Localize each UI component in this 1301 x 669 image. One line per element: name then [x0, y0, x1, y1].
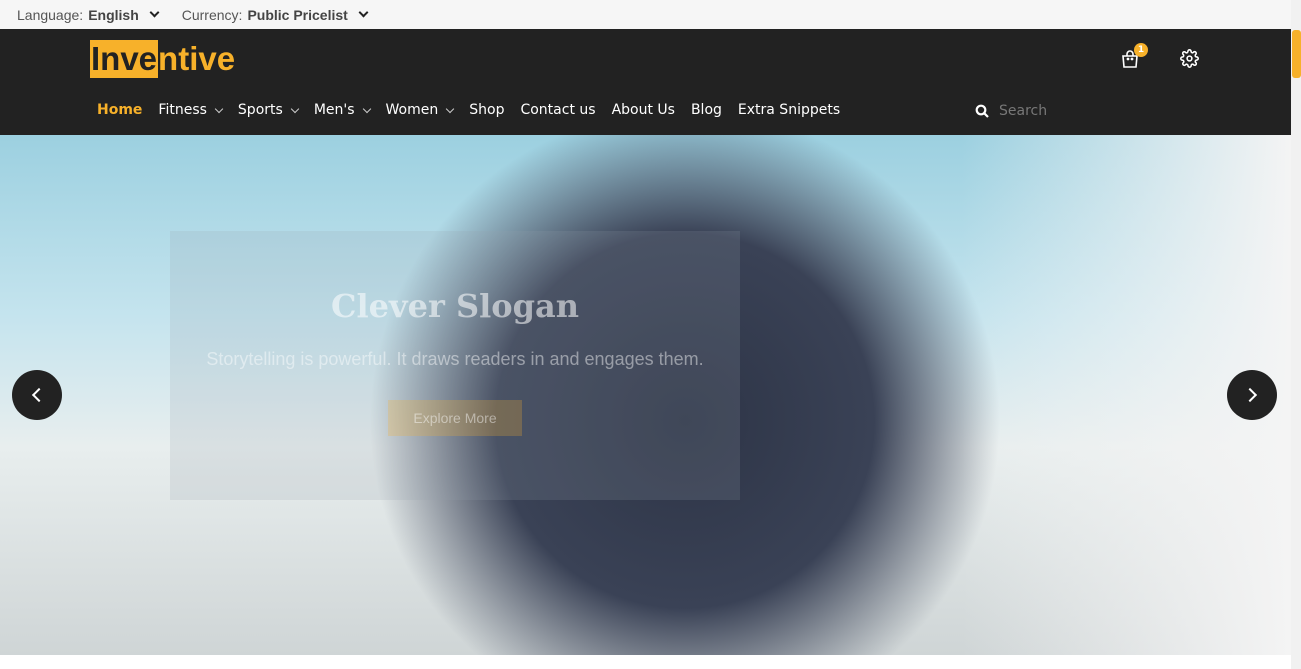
- chevron-down-icon: [214, 104, 224, 113]
- cart-button[interactable]: 1: [1120, 43, 1148, 73]
- chevron-right-icon: [1242, 387, 1258, 403]
- language-selector[interactable]: Language: English: [17, 6, 160, 23]
- scrollbar[interactable]: [1291, 0, 1301, 669]
- scrollbar-thumb[interactable]: [1292, 30, 1301, 78]
- explore-more-button[interactable]: Explore More: [388, 400, 522, 436]
- nav-label: Home: [97, 102, 143, 118]
- nav-home[interactable]: Home: [97, 102, 142, 118]
- nav-mens[interactable]: Men's: [313, 102, 371, 118]
- cart-count-badge: 1: [1134, 43, 1148, 57]
- nav-about-us[interactable]: About Us: [612, 102, 675, 118]
- chevron-down-icon: [358, 7, 369, 18]
- nav-shop[interactable]: Shop: [469, 102, 504, 118]
- search-input[interactable]: [999, 103, 1199, 119]
- nav-label: About Us: [611, 102, 675, 118]
- nav-label: Fitness: [158, 102, 207, 118]
- chevron-down-icon: [149, 7, 160, 18]
- nav-label: Men's: [313, 102, 355, 118]
- slide-caption: Clever Slogan Storytelling is powerful. …: [170, 231, 740, 500]
- language-label: Language:: [17, 6, 84, 23]
- nav-fitness[interactable]: Fitness: [158, 102, 224, 118]
- nav-label: Contact us: [520, 102, 596, 118]
- currency-label: Currency:: [181, 6, 243, 23]
- slide-subtitle: Storytelling is powerful. It draws reade…: [206, 349, 704, 369]
- nav-label: Extra Snippets: [737, 102, 841, 118]
- nav-extra-snippets[interactable]: Extra Snippets: [738, 102, 840, 118]
- nav-blog[interactable]: Blog: [691, 102, 722, 118]
- nav-label: Sports: [237, 102, 283, 118]
- nav-sports[interactable]: Sports: [237, 102, 300, 118]
- nav-label: Blog: [690, 102, 722, 118]
- nav-label: Women: [385, 102, 439, 118]
- nav-women[interactable]: Women: [385, 102, 455, 118]
- logo-text: ntive: [158, 40, 236, 77]
- header: Inve ntive 1 Home Fitness Sports Men's Wo…: [0, 29, 1291, 135]
- currency-selector[interactable]: Currency: Public Pricelist: [181, 6, 369, 23]
- search-bar: [975, 103, 1199, 119]
- nav-contact-us[interactable]: Contact us: [520, 102, 595, 118]
- chevron-down-icon: [290, 104, 300, 113]
- slide-title: Clever Slogan: [331, 287, 579, 325]
- settings-button[interactable]: [1180, 49, 1199, 72]
- main-nav: Home Fitness Sports Men's Women Shop Con…: [97, 102, 856, 118]
- language-value: English: [88, 6, 139, 23]
- logo[interactable]: Inve ntive: [90, 40, 235, 78]
- chevron-down-icon: [362, 104, 371, 113]
- logo-highlight: Inve: [90, 40, 159, 78]
- search-icon[interactable]: [975, 104, 989, 118]
- top-bar: Language: English Currency: Public Priceli…: [0, 0, 1291, 29]
- carousel-prev-button[interactable]: [12, 370, 62, 420]
- chevron-left-icon: [31, 387, 47, 403]
- hero-carousel: Clever Slogan Storytelling is powerful. …: [0, 135, 1291, 655]
- nav-label: Shop: [469, 102, 505, 118]
- chevron-down-icon: [446, 104, 455, 113]
- currency-value: Public Pricelist: [247, 6, 348, 23]
- carousel-next-button[interactable]: [1227, 370, 1277, 420]
- gear-icon: [1180, 49, 1199, 68]
